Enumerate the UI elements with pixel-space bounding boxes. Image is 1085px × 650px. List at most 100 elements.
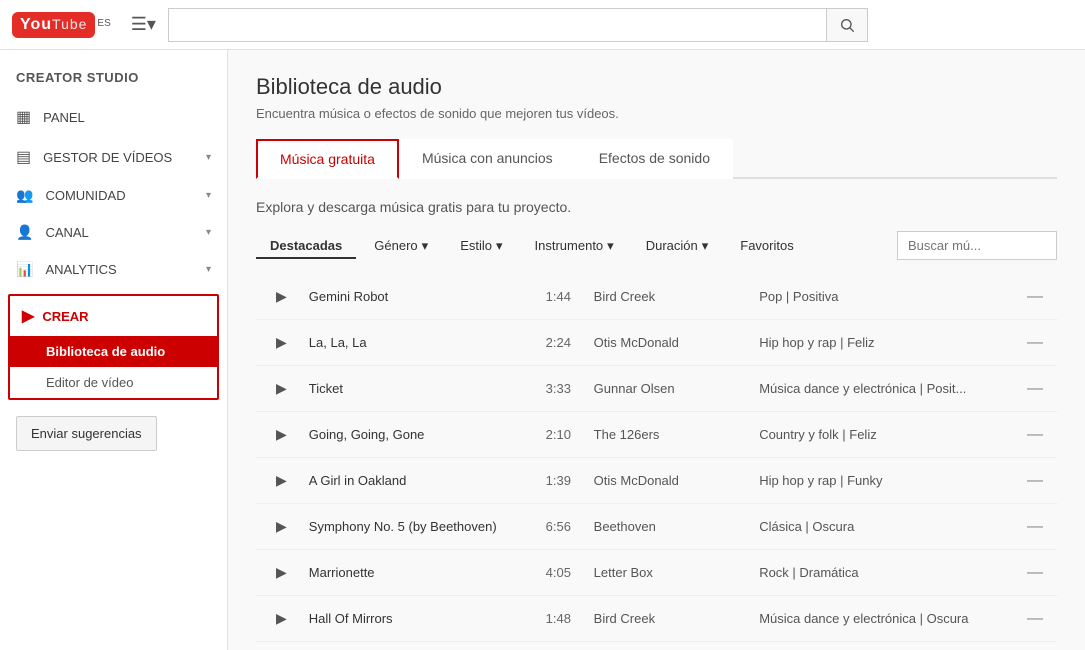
filter-instrumento-label: Instrumento [535,238,604,253]
track-artist: Gunnar Olsen [586,366,752,412]
tab-effects[interactable]: Efectos de sonido [576,139,733,179]
filter-genero[interactable]: Género ▾ [360,232,442,260]
track-title: Marrionette [301,550,538,596]
options-button[interactable]: — [1021,424,1049,446]
crear-section: ▶ CREAR Biblioteca de audio Editor de ví… [8,294,219,400]
track-duration: 1:48 [538,596,586,642]
panel-icon: ▦ [16,107,31,127]
gestor-arrow: ▾ [206,152,211,163]
filter-genero-arrow: ▾ [422,238,429,254]
top-bar: YouTube ES ☰▾ [0,0,1085,50]
play-button[interactable]: ▶ [270,422,293,447]
search-music-input[interactable] [897,231,1057,260]
track-genre: Música dance y electrónica | Oscura [751,596,1013,642]
play-button[interactable]: ▶ [270,376,293,401]
track-duration: 1:39 [538,458,586,504]
tab-free[interactable]: Música gratuita [256,139,399,179]
options-cell: — [1013,458,1057,504]
options-button[interactable]: — [1021,286,1049,308]
play-button[interactable]: ▶ [270,468,293,493]
track-title: Symphony No. 5 (by Beethoven) [301,504,538,550]
crear-label: CREAR [42,309,88,324]
gestor-icon: ▤ [16,147,31,167]
filter-estilo[interactable]: Estilo ▾ [446,232,516,260]
canal-icon: 👤 [16,224,33,241]
track-duration: 2:10 [538,412,586,458]
comunidad-arrow: ▾ [206,190,211,201]
track-genre: Pop | Positiva [751,274,1013,320]
sidebar-item-analytics[interactable]: 📊 ANALYTICS ▾ [0,251,227,288]
table-row[interactable]: ▶ Going, Going, Gone 2:10 The 126ers Cou… [256,412,1057,458]
table-row[interactable]: ▶ Ticket 3:33 Gunnar Olsen Música dance … [256,366,1057,412]
track-artist: Otis McDonald [586,320,752,366]
search-input[interactable] [168,8,826,42]
tab-ads[interactable]: Música con anuncios [399,139,576,179]
track-duration: 3:33 [538,366,586,412]
sidebar-item-canal[interactable]: 👤 CANAL ▾ [0,214,227,251]
play-button[interactable]: ▶ [270,284,293,309]
track-artist: Letter Box [586,550,752,596]
filter-duracion[interactable]: Duración ▾ [632,232,723,260]
table-row[interactable]: ▶ Tuscon Tease 2:31 John Deley and the .… [256,642,1057,650]
table-row[interactable]: ▶ Hall Of Mirrors 1:48 Bird Creek Música… [256,596,1057,642]
play-button[interactable]: ▶ [270,560,293,585]
sidebar: CREATOR STUDIO ▦ PANEL ▤ GESTOR DE VÍDEO… [0,50,228,650]
sidebar-title: CREATOR STUDIO [0,50,227,97]
search-bar [168,8,868,42]
sidebar-subitem-biblioteca[interactable]: Biblioteca de audio [10,336,217,367]
sidebar-item-comunidad[interactable]: 👥 COMUNIDAD ▾ [0,177,227,214]
options-button[interactable]: — [1021,608,1049,630]
comunidad-icon: 👥 [16,187,33,204]
page-subtitle: Encuentra música o efectos de sonido que… [256,106,1057,121]
search-icon [839,17,855,33]
track-title: Hall Of Mirrors [301,596,538,642]
options-button[interactable]: — [1021,470,1049,492]
sidebar-label-gestor: GESTOR DE VÍDEOS [43,150,206,165]
suggest-button[interactable]: Enviar sugerencias [16,416,157,451]
play-button[interactable]: ▶ [270,514,293,539]
options-button[interactable]: — [1021,332,1049,354]
options-button[interactable]: — [1021,516,1049,538]
play-button[interactable]: ▶ [270,606,293,631]
track-artist: The 126ers [586,412,752,458]
play-button[interactable]: ▶ [270,330,293,355]
filter-duracion-arrow: ▾ [702,238,709,254]
table-row[interactable]: ▶ Symphony No. 5 (by Beethoven) 6:56 Bee… [256,504,1057,550]
tab-bar: Música gratuita Música con anuncios Efec… [256,139,1057,179]
analytics-arrow: ▾ [206,264,211,275]
table-row[interactable]: ▶ Gemini Robot 1:44 Bird Creek Pop | Pos… [256,274,1057,320]
track-genre: Country and Folk | Serena [751,642,1013,650]
options-cell: — [1013,366,1057,412]
options-button[interactable]: — [1021,562,1049,584]
track-title: A Girl in Oakland [301,458,538,504]
filter-instrumento[interactable]: Instrumento ▾ [521,232,628,260]
search-button[interactable] [826,8,868,42]
canal-arrow: ▾ [206,227,211,238]
track-title: Gemini Robot [301,274,538,320]
analytics-icon: 📊 [16,261,33,278]
options-cell: — [1013,596,1057,642]
play-cell: ▶ [262,642,301,650]
play-cell: ▶ [262,504,301,550]
track-duration: 4:05 [538,550,586,596]
filter-destacadas[interactable]: Destacadas [256,232,356,259]
play-cell: ▶ [262,320,301,366]
yt-logo-box: YouTube [12,12,95,38]
filter-favoritos[interactable]: Favoritos [726,232,807,259]
options-cell: — [1013,320,1057,366]
table-row[interactable]: ▶ Marrionette 4:05 Letter Box Rock | Dra… [256,550,1057,596]
track-duration: 1:44 [538,274,586,320]
table-row[interactable]: ▶ La, La, La 2:24 Otis McDonald Hip hop … [256,320,1057,366]
options-cell: — [1013,412,1057,458]
table-row[interactable]: ▶ A Girl in Oakland 1:39 Otis McDonald H… [256,458,1057,504]
crear-header[interactable]: ▶ CREAR [10,296,217,336]
hamburger-button[interactable]: ☰▾ [127,10,160,39]
play-cell: ▶ [262,274,301,320]
sidebar-item-panel[interactable]: ▦ PANEL [0,97,227,137]
sidebar-subitem-editor[interactable]: Editor de vídeo [10,367,217,398]
play-cell: ▶ [262,366,301,412]
options-button[interactable]: — [1021,378,1049,400]
page-title: Biblioteca de audio [256,74,1057,100]
options-cell: — [1013,550,1057,596]
sidebar-item-gestor[interactable]: ▤ GESTOR DE VÍDEOS ▾ [0,137,227,177]
